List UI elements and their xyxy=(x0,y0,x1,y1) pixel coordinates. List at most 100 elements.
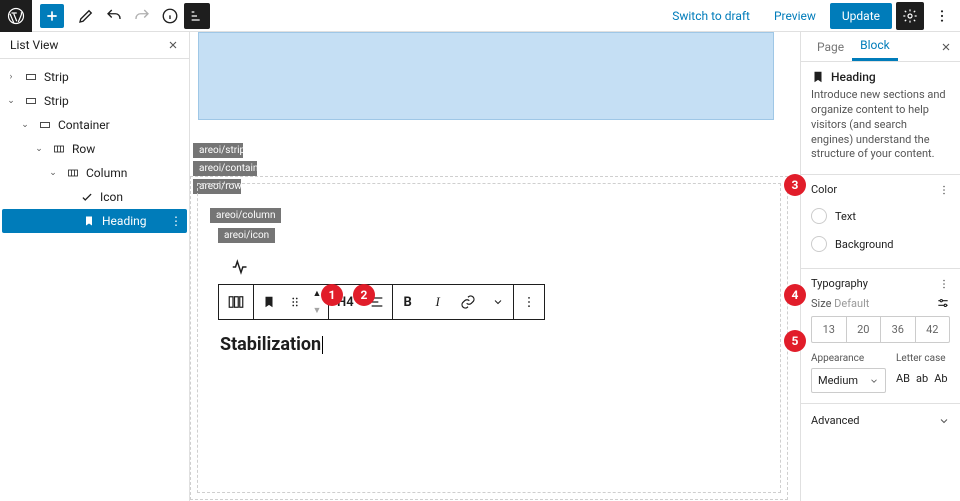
switch-draft-link[interactable]: Switch to draft xyxy=(662,9,760,23)
toggle-icon[interactable]: ⌄ xyxy=(46,168,60,178)
list-item-label: Heading xyxy=(102,214,165,228)
link-icon[interactable] xyxy=(453,285,483,319)
lettercase-option[interactable]: AB xyxy=(896,372,910,385)
topbar-left xyxy=(0,0,210,31)
row-icon xyxy=(22,95,40,107)
topbar-right: Switch to draft Preview Update xyxy=(662,0,960,31)
typography-section: Typography Size Default 13203642 Appeara… xyxy=(801,269,960,404)
row-icon xyxy=(36,119,54,131)
heading-content[interactable]: Stabilization xyxy=(220,334,323,355)
breadcrumb-item[interactable]: areoi/container xyxy=(193,161,257,176)
bold-button[interactable]: B xyxy=(393,285,423,319)
size-segments old[interactable]: 13203642 xyxy=(811,316,950,343)
move-down-icon: ▼ xyxy=(306,302,328,319)
advanced-section[interactable]: Advanced xyxy=(801,404,960,437)
preview-link[interactable]: Preview xyxy=(764,9,826,23)
color-section: Color Text Background xyxy=(801,175,960,269)
more-icon[interactable] xyxy=(938,184,950,196)
size-option[interactable]: 13 xyxy=(812,317,847,342)
chevron-down-icon xyxy=(938,415,950,427)
top-toolbar: Switch to draft Preview Update xyxy=(0,0,960,32)
advanced-label: Advanced xyxy=(811,414,859,427)
more-icon[interactable] xyxy=(938,278,950,290)
marker-2: 2 xyxy=(353,284,375,306)
chevron-down-icon[interactable] xyxy=(483,285,513,319)
color-text-label: Text xyxy=(835,210,856,223)
color-text-row[interactable]: Text xyxy=(811,202,950,230)
marker-1: 1 xyxy=(321,284,343,306)
selected-block-placeholder[interactable] xyxy=(198,32,774,120)
drag-icon[interactable] xyxy=(284,285,306,319)
lettercase-option[interactable]: ab xyxy=(916,372,928,385)
italic-button[interactable]: I xyxy=(423,285,453,319)
list-item-row[interactable]: ⌄ Row xyxy=(0,137,189,161)
breadcrumb-item[interactable]: areoi/icon xyxy=(218,228,275,243)
container-outline[interactable]: areoi/column areoi/icon xyxy=(197,183,781,493)
toggle-icon[interactable]: › xyxy=(4,72,18,82)
marker-3: 3 xyxy=(784,174,806,196)
check-icon xyxy=(78,190,96,204)
listview-icon[interactable] xyxy=(184,3,210,29)
list-item-strip[interactable]: ›Strip xyxy=(0,65,189,89)
color-background-label: Background xyxy=(835,238,893,251)
list-item-heading[interactable]: Heading ⋮ xyxy=(2,209,187,233)
lettercase-label: Letter case xyxy=(896,353,950,364)
sliders-icon[interactable] xyxy=(936,296,950,310)
bookmark-icon xyxy=(80,215,98,227)
appearance-select[interactable]: Medium xyxy=(811,368,886,393)
bookmark-icon xyxy=(811,70,825,84)
wordpress-icon[interactable] xyxy=(0,0,32,32)
chevron-down-icon xyxy=(869,376,879,386)
lettercase-option[interactable]: Ab xyxy=(934,372,947,385)
add-block-button[interactable] xyxy=(40,4,64,28)
size-default: Default xyxy=(834,297,869,310)
toggle-icon[interactable]: ⌄ xyxy=(32,144,46,154)
typography-title: Typography xyxy=(811,277,868,290)
toggle-icon[interactable]: ⌄ xyxy=(18,120,32,130)
color-section-title: Color xyxy=(811,183,837,196)
breadcrumb-item[interactable]: areoi/column xyxy=(210,208,281,223)
edit-icon[interactable] xyxy=(72,0,100,32)
more-icon[interactable] xyxy=(514,285,544,319)
more-icon[interactable]: ⋮ xyxy=(169,214,183,228)
editor-canvas[interactable]: areoi/strip areoi/container areoi/row ar… xyxy=(190,32,800,501)
list-view-tree: ›Strip⌄Strip⌄Container⌄Row⌄ColumnIconHea… xyxy=(0,59,189,239)
info-icon[interactable] xyxy=(156,0,184,32)
inspector-tabs: Page Block xyxy=(801,32,960,62)
breadcrumb-item[interactable]: areoi/strip xyxy=(193,143,243,158)
list-item-label: Icon xyxy=(100,190,185,204)
color-background-row[interactable]: Background xyxy=(811,230,950,258)
list-item-label: Row xyxy=(72,142,185,156)
more-icon[interactable] xyxy=(928,0,956,32)
block-title: Heading xyxy=(831,70,876,84)
swatch-icon xyxy=(811,208,827,224)
close-icon[interactable] xyxy=(940,41,952,53)
marker-5: 5 xyxy=(784,330,806,352)
block-description: Introduce new sections and organize cont… xyxy=(811,88,950,162)
tab-page[interactable]: Page xyxy=(809,32,852,61)
list-view-header: List View xyxy=(0,32,189,59)
block-info: Heading Introduce new sections and organ… xyxy=(801,62,960,175)
undo-icon[interactable] xyxy=(100,0,128,32)
close-icon[interactable] xyxy=(167,39,179,51)
list-view-panel: List View ›Strip⌄Strip⌄Container⌄Row⌄Col… xyxy=(0,32,190,501)
appearance-label: Appearance xyxy=(811,353,886,364)
lettercase-options[interactable]: AB ab Ab xyxy=(896,368,950,385)
size-option[interactable]: 42 xyxy=(916,317,950,342)
list-item-strip[interactable]: ⌄ Strip xyxy=(0,89,189,113)
update-button[interactable]: Update xyxy=(830,3,892,29)
tab-block[interactable]: Block xyxy=(852,32,898,61)
list-view-title: List View xyxy=(10,38,58,52)
bookmark-icon[interactable] xyxy=(254,285,284,319)
settings-icon[interactable] xyxy=(896,2,924,30)
size-option[interactable]: 36 xyxy=(881,317,916,342)
list-item-icon[interactable]: Icon xyxy=(0,185,189,209)
list-item-column[interactable]: ⌄Column xyxy=(0,161,189,185)
toggle-icon[interactable]: ⌄ xyxy=(4,96,18,106)
list-item-label: Strip xyxy=(44,94,185,108)
strip-outline[interactable]: areoi/column areoi/icon xyxy=(190,176,788,500)
redo-icon[interactable] xyxy=(128,0,156,32)
list-item-container[interactable]: ⌄Container xyxy=(0,113,189,137)
block-type-icon[interactable] xyxy=(219,285,253,319)
size-option[interactable]: 20 xyxy=(847,317,882,342)
